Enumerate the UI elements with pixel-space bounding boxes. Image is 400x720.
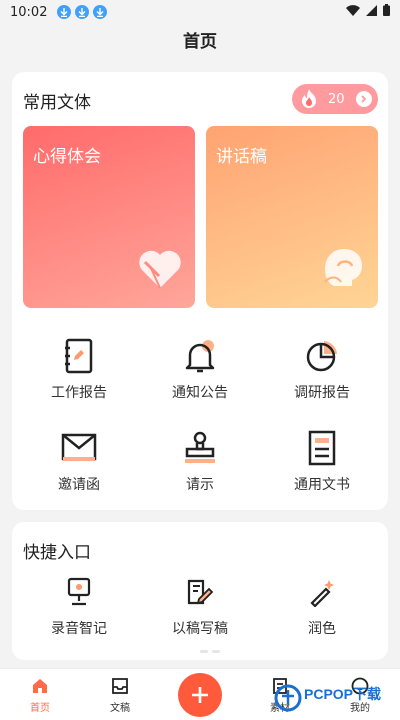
grid-label: 邀请函 [58, 477, 100, 493]
grid-label: 请示 [186, 477, 214, 493]
download-icon [75, 5, 90, 19]
magic-pen-icon [262, 572, 382, 612]
status-bar: 10:02 [0, 0, 400, 24]
quick-entry-card: 快捷入口 录音智记 以稿写稿 润色 [12, 522, 388, 660]
pie-chart-icon [262, 336, 382, 376]
section-title: 快捷入口 [23, 543, 91, 563]
download-icon [57, 5, 72, 19]
page-title: 首页 [183, 32, 217, 52]
feature-label: 心得体会 [33, 147, 101, 167]
nav-home[interactable]: 首页 [10, 675, 70, 714]
grid-item-research-report[interactable]: 调研报告 [262, 336, 382, 406]
grid-label: 调研报告 [294, 385, 350, 401]
speech-head-icon [320, 244, 366, 294]
heart-icon [137, 246, 183, 294]
quick-label: 润色 [308, 621, 336, 637]
envelope-icon [19, 428, 139, 468]
signal-icon [366, 4, 377, 20]
nav-label: 文稿 [110, 703, 130, 714]
feature-jianghuagao[interactable]: 讲话稿 [206, 126, 378, 308]
quick-label: 以稿写稿 [172, 621, 228, 637]
feature-label: 讲话稿 [216, 147, 267, 167]
chevron-right-icon [356, 91, 372, 107]
feature-xindetihui[interactable]: 心得体会 [23, 126, 195, 308]
grid-label: 通用文书 [294, 477, 350, 493]
grid-item-request[interactable]: 请示 [140, 428, 260, 498]
grid-label: 通知公告 [172, 385, 228, 401]
flame-icon [298, 88, 320, 110]
quick-item-voice-notes[interactable]: 录音智记 [19, 572, 139, 642]
nav-label: 首页 [30, 703, 50, 714]
common-styles-card: 常用文体 20 心得体会 讲话稿 工作报告 通知公告 调研报告 邀请函 请示 通… [12, 72, 388, 510]
quick-item-draft-from-draft[interactable]: 以稿写稿 [140, 572, 260, 642]
edit-doc-icon [140, 572, 260, 612]
grid-item-general-document[interactable]: 通用文书 [262, 428, 382, 498]
page-indicator [200, 650, 220, 653]
recorder-icon [19, 572, 139, 612]
quick-item-polish[interactable]: 润色 [262, 572, 382, 642]
grid-item-work-report[interactable]: 工作报告 [19, 336, 139, 406]
grid-label: 工作报告 [51, 385, 107, 401]
grid-item-notice[interactable]: 通知公告 [140, 336, 260, 406]
quick-label: 录音智记 [51, 621, 107, 637]
notebook-icon [19, 336, 139, 376]
home-icon [10, 675, 70, 697]
tray-icon [90, 675, 150, 697]
grid-item-invitation[interactable]: 邀请函 [19, 428, 139, 498]
stamp-icon [140, 428, 260, 468]
nav-drafts[interactable]: 文稿 [90, 675, 150, 714]
add-button[interactable] [178, 673, 222, 717]
status-time: 10:02 [10, 4, 48, 20]
battery-icon [383, 4, 390, 20]
streak-count: 20 [328, 91, 345, 107]
wifi-icon [346, 4, 360, 20]
download-icon [93, 5, 108, 19]
streak-badge[interactable]: 20 [292, 84, 378, 114]
section-title: 常用文体 [23, 93, 91, 113]
document-icon [262, 428, 382, 468]
bell-icon [140, 336, 260, 376]
watermark-logo: PCPOP下载 [262, 676, 400, 716]
watermark-text: PCPOP下载 [304, 686, 381, 702]
